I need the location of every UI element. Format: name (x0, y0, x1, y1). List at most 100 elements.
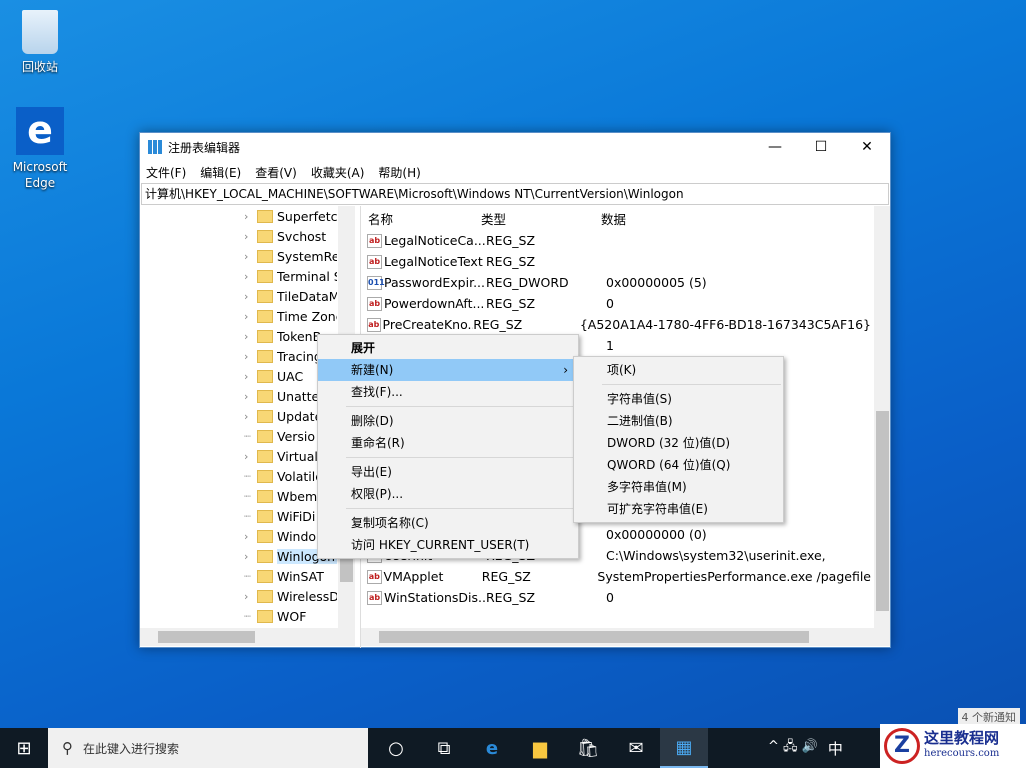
menu-separator (346, 406, 576, 407)
tree-item[interactable]: › TileDataM (140, 286, 340, 306)
tree-item[interactable]: › Unatte (140, 386, 340, 406)
column-data[interactable]: 数据 (601, 209, 626, 228)
tree-item[interactable]: › WirelessD (140, 586, 340, 606)
expand-chevron-icon[interactable]: › (244, 210, 248, 223)
task-view-icon[interactable]: ⧉ (420, 728, 468, 768)
menu-item[interactable]: 可扩充字符串值(E) (574, 498, 783, 520)
tree-item[interactable]: › Update (140, 406, 340, 426)
menu-item[interactable]: 多字符串值(M) (574, 476, 783, 498)
list-row[interactable]: ab LegalNoticeText REG_SZ (361, 251, 871, 272)
menu-item[interactable]: 复制项名称(C) (318, 512, 578, 534)
title-bar[interactable]: 注册表编辑器 — ☐ ✕ (140, 133, 890, 161)
folder-icon (257, 329, 273, 343)
tree-item[interactable]: ┈ Wbem (140, 486, 340, 506)
menu-item[interactable]: DWORD (32 位)值(D) (574, 432, 783, 454)
expand-chevron-icon[interactable]: › (244, 590, 248, 603)
list-row[interactable]: 011 PasswordExpir... REG_DWORD 0x00000005 (… (361, 272, 871, 293)
menu-item[interactable]: QWORD (64 位)值(Q) (574, 454, 783, 476)
mail-icon[interactable]: ✉ (612, 728, 660, 768)
menu-item[interactable]: 字符串值(S) (574, 388, 783, 410)
expand-chevron-icon[interactable]: › (244, 390, 248, 403)
menu-help[interactable]: 帮助(H) (378, 164, 420, 181)
ime-indicator[interactable]: 中 (828, 738, 843, 759)
edge-taskbar-icon[interactable]: e (468, 728, 516, 768)
tree-horizontal-scrollbar[interactable] (140, 628, 355, 646)
tree-item[interactable]: › SystemRes (140, 246, 340, 266)
menu-view[interactable]: 查看(V) (255, 164, 297, 181)
expand-chevron-icon[interactable]: › (244, 450, 248, 463)
tree-item[interactable]: › Svchost (140, 226, 340, 246)
menu-edit[interactable]: 编辑(E) (200, 164, 241, 181)
menu-item-label: 多字符串值(M) (607, 480, 687, 494)
list-row[interactable]: ab PowerdownAft... REG_SZ 0 (361, 293, 871, 314)
menu-favorites[interactable]: 收藏夹(A) (311, 164, 365, 181)
value-data: SystemPropertiesPerformance.exe /pagefil… (597, 569, 871, 584)
close-button[interactable]: ✕ (844, 133, 890, 161)
store-icon[interactable]: 🛍 (564, 728, 612, 768)
value-data: 0x00000005 (5) (606, 275, 707, 290)
column-type[interactable]: 类型 (481, 209, 601, 228)
tree-item-label: Time Zone (277, 308, 337, 324)
list-row[interactable]: ab LegalNoticeCa... REG_SZ (361, 230, 871, 251)
recycle-bin-icon[interactable]: 回收站 (5, 10, 75, 75)
menu-item[interactable]: 导出(E) (318, 461, 578, 483)
minimize-button[interactable]: — (752, 133, 798, 161)
menu-file[interactable]: 文件(F) (146, 164, 186, 181)
new-submenu: 项(K) 字符串值(S) 二进制值(B) DWORD (32 位)值(D) QWORD … (573, 356, 784, 523)
list-horizontal-scrollbar[interactable] (361, 628, 890, 646)
tree-item[interactable]: › UAC (140, 366, 340, 386)
start-button[interactable]: ⊞ (0, 728, 48, 768)
list-row[interactable]: ab WinStationsDis... REG_SZ 0 (361, 587, 871, 608)
expand-chevron-icon[interactable]: › (244, 270, 248, 283)
tree-item[interactable]: ┈ WinSAT (140, 566, 340, 586)
expand-chevron-icon[interactable]: › (244, 550, 248, 563)
menu-item[interactable]: 删除(D) (318, 410, 578, 432)
cortana-icon[interactable]: ○ (372, 728, 420, 768)
tree-item[interactable]: › Tracing (140, 346, 340, 366)
value-name: VMApplet (383, 569, 444, 584)
edge-desktop-icon[interactable]: e Microsoft Edge (5, 107, 75, 191)
menu-item[interactable]: 重命名(R) (318, 432, 578, 454)
tree-item[interactable]: ┈ WiFiDi (140, 506, 340, 526)
menu-item[interactable]: 新建(N) › (318, 359, 578, 381)
tree-item[interactable]: ┈ Volatile (140, 466, 340, 486)
tree-item-label: WirelessD (277, 588, 337, 604)
menu-item[interactable]: 展开 (318, 337, 578, 359)
expand-chevron-icon[interactable]: › (244, 530, 248, 543)
system-tray-icons[interactable]: ^ 🖧 🔊 (768, 737, 818, 759)
address-bar[interactable]: 计算机\HKEY_LOCAL_MACHINE\SOFTWARE\Microsof… (141, 183, 889, 205)
list-vertical-scrollbar[interactable] (874, 206, 890, 628)
tree-dotted-line: ┈ (244, 609, 251, 623)
tree-item[interactable]: › Virtuali (140, 446, 340, 466)
menu-item[interactable]: 二进制值(B) (574, 410, 783, 432)
menu-item[interactable]: 访问 HKEY_CURRENT_USER(T) (318, 534, 578, 556)
expand-chevron-icon[interactable]: › (244, 410, 248, 423)
tree-item[interactable]: › Superfetch (140, 206, 340, 226)
regedit-taskbar-icon[interactable]: ▦ (660, 728, 708, 768)
expand-chevron-icon[interactable]: › (244, 370, 248, 383)
expand-chevron-icon[interactable]: › (244, 290, 248, 303)
expand-chevron-icon[interactable]: › (244, 350, 248, 363)
list-row[interactable]: ab VMApplet REG_SZ SystemPropertiesPerforma… (361, 566, 871, 587)
menu-item-label: 权限(P)... (351, 487, 404, 501)
tree-item[interactable]: › Time Zone (140, 306, 340, 326)
maximize-button[interactable]: ☐ (798, 133, 844, 161)
menu-item-label: 删除(D) (351, 414, 394, 428)
tree-item[interactable]: › Winlogon (140, 546, 340, 566)
expand-chevron-icon[interactable]: › (244, 230, 248, 243)
column-name[interactable]: 名称 (361, 209, 481, 228)
tree-item[interactable]: ┈ Versio (140, 426, 340, 446)
search-box[interactable]: ⚲ 在此键入进行搜索 (48, 728, 368, 768)
tree-item[interactable]: › TokenB (140, 326, 340, 346)
menu-item[interactable]: 项(K) (574, 359, 783, 381)
tree-item[interactable]: ┈ WOF (140, 606, 340, 626)
tree-item[interactable]: › Windo (140, 526, 340, 546)
list-row[interactable]: ab PreCreateKno... REG_SZ {A520A1A4-1780-4F… (361, 314, 871, 335)
expand-chevron-icon[interactable]: › (244, 310, 248, 323)
tree-item[interactable]: › Terminal S (140, 266, 340, 286)
expand-chevron-icon[interactable]: › (244, 250, 248, 263)
menu-item[interactable]: 查找(F)... (318, 381, 578, 403)
file-explorer-icon[interactable]: ▆ (516, 728, 564, 768)
expand-chevron-icon[interactable]: › (244, 330, 248, 343)
menu-item[interactable]: 权限(P)... (318, 483, 578, 505)
